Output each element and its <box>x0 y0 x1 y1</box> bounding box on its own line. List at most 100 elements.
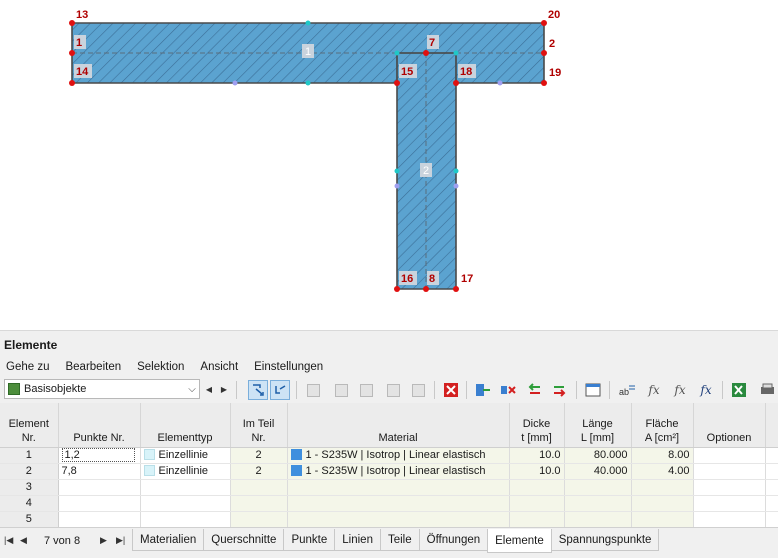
tab-cross-sections[interactable]: Querschnitte <box>203 529 285 551</box>
svg-text:ab: ab <box>619 387 629 397</box>
move-row-icon[interactable] <box>408 380 428 400</box>
menu-settings[interactable]: Einstellungen <box>254 361 323 373</box>
col-header-area[interactable]: Fläche A [cm²] <box>631 403 694 448</box>
arrow-left-icon[interactable] <box>524 380 544 400</box>
elements-panel: Elemente Gehe zu Bearbeiten Selektion An… <box>0 330 778 558</box>
status-bar: |◀ ◀ 7 von 8 ▶ ▶| Materialien Querschnit… <box>0 527 778 558</box>
menu-goto[interactable]: Gehe zu <box>6 361 49 373</box>
delete-icon[interactable] <box>441 380 461 400</box>
area-cell[interactable]: 4.00 <box>631 463 694 480</box>
table-row[interactable]: 2 7,8 Einzellinie 2 1 - S235W | Isotrop … <box>0 463 778 480</box>
toolbar: Basisobjekte ⌵ ◀ ▶ ab fx fx fx <box>0 377 778 403</box>
window-icon[interactable] <box>583 380 603 400</box>
node-label-17: 17 <box>461 273 473 285</box>
part-cell[interactable]: 2 <box>230 447 288 464</box>
page-info: 7 von 8 <box>44 535 81 547</box>
col-header-thickness[interactable]: Dicke t [mm] <box>509 403 565 448</box>
tab-elements[interactable]: Elemente <box>487 529 552 553</box>
elements-table: Element Nr. Punkte Nr. Elementtyp Im Teil… <box>0 403 778 527</box>
text-format-icon[interactable]: ab <box>617 380 637 400</box>
drawing-canvas[interactable]: 1 2 13 20 2 1 7 15 18 14 19 16 8 17 <box>0 0 778 330</box>
excel-icon[interactable] <box>729 380 749 400</box>
chevron-down-icon: ⌵ <box>188 383 196 395</box>
node-label-8: 8 <box>429 273 435 285</box>
part-cell[interactable]: 2 <box>230 463 288 480</box>
object-type-value: Basisobjekte <box>24 383 87 395</box>
select-window-icon[interactable] <box>270 380 290 400</box>
cross-section-drawing: 1 2 13 20 2 1 7 15 18 14 19 16 8 17 <box>69 9 561 292</box>
menu-edit[interactable]: Bearbeiten <box>65 361 121 373</box>
panel-title: Elemente <box>4 338 58 352</box>
material-swatch <box>290 465 302 476</box>
points-cell[interactable]: 1,2 <box>58 447 141 464</box>
menu-bar: Gehe zu Bearbeiten Selektion Ansicht Ein… <box>0 356 778 378</box>
formula-edit-icon[interactable]: fx <box>696 380 716 400</box>
material-cell[interactable]: 1 - S235W | Isotrop | Linear elastisch <box>287 447 510 464</box>
node-label-13: 13 <box>76 9 88 21</box>
tab-lines[interactable]: Linien <box>334 529 381 551</box>
tab-openings[interactable]: Öffnungen <box>418 529 489 551</box>
node-label-19: 19 <box>549 67 561 79</box>
options-cell[interactable] <box>693 463 766 480</box>
remove-icon[interactable] <box>498 380 518 400</box>
print-icon[interactable] <box>757 380 777 400</box>
material-swatch <box>290 449 302 460</box>
table-row[interactable]: 3 <box>0 479 778 496</box>
add-row-icon[interactable] <box>356 380 376 400</box>
menu-selection[interactable]: Selektion <box>137 361 184 373</box>
col-header-options[interactable]: Optionen <box>693 403 766 448</box>
node-label-7: 7 <box>429 37 435 49</box>
col-header-material[interactable]: Material <box>287 403 510 448</box>
first-page-icon[interactable]: |◀ <box>4 535 13 546</box>
type-swatch <box>143 449 155 460</box>
tab-parts[interactable]: Teile <box>379 529 420 551</box>
type-cell[interactable]: Einzellinie <box>140 447 231 464</box>
next-page-icon[interactable]: ▶ <box>100 535 107 546</box>
table-row[interactable]: 5 <box>0 511 778 527</box>
arrow-right-icon[interactable] <box>550 380 570 400</box>
node-label-18: 18 <box>460 66 472 78</box>
tab-points[interactable]: Punkte <box>283 529 336 551</box>
points-cell[interactable]: 7,8 <box>58 463 141 480</box>
tab-materials[interactable]: Materialien <box>132 529 205 551</box>
menu-view[interactable]: Ansicht <box>200 361 238 373</box>
type-cell[interactable]: Einzellinie <box>140 463 231 480</box>
import-icon[interactable] <box>473 380 493 400</box>
col-header-points[interactable]: Punkte Nr. <box>58 403 141 448</box>
next-arrow-icon[interactable]: ▶ <box>218 381 230 397</box>
part-label-1: 1 <box>305 46 311 58</box>
part-label-2: 2 <box>423 165 429 177</box>
formula-icon[interactable]: fx <box>644 380 664 400</box>
col-header-type[interactable]: Elementtyp <box>140 403 231 448</box>
material-cell[interactable]: 1 - S235W | Isotrop | Linear elastisch <box>287 463 510 480</box>
table-row[interactable]: 4 <box>0 495 778 512</box>
node-label-16: 16 <box>401 273 413 285</box>
select-pick-icon[interactable] <box>248 380 268 400</box>
prev-arrow-icon[interactable]: ◀ <box>203 381 215 397</box>
col-header-length[interactable]: Länge L [mm] <box>564 403 632 448</box>
node-label-2: 2 <box>549 38 555 50</box>
length-cell[interactable]: 80.000 <box>564 447 632 464</box>
options-cell[interactable] <box>693 447 766 464</box>
table-grid-icon[interactable] <box>303 380 323 400</box>
table-row[interactable]: 1 1,2 Einzellinie 2 1 - S235W | Isotrop … <box>0 447 778 464</box>
thickness-cell[interactable]: 10.0 <box>509 447 565 464</box>
col-header-element[interactable]: Element Nr. <box>0 403 59 448</box>
type-swatch <box>143 465 155 476</box>
node-label-15: 15 <box>401 66 413 78</box>
last-page-icon[interactable]: ▶| <box>116 535 125 546</box>
node-label-14: 14 <box>76 66 89 78</box>
area-cell[interactable]: 8.00 <box>631 447 694 464</box>
thickness-cell[interactable]: 10.0 <box>509 463 565 480</box>
node-label-20: 20 <box>548 9 560 21</box>
tab-stress-points[interactable]: Spannungspunkte <box>550 529 660 551</box>
length-cell[interactable]: 40.000 <box>564 463 632 480</box>
object-type-select[interactable]: Basisobjekte ⌵ <box>4 379 200 399</box>
col-header-part[interactable]: Im Teil Nr. <box>230 403 288 448</box>
sheet-tabs: Materialien Querschnitte Punkte Linien T… <box>132 529 660 553</box>
insert-row-icon[interactable] <box>331 380 351 400</box>
prev-page-icon[interactable]: ◀ <box>20 535 27 546</box>
quarter-nodes <box>232 80 503 189</box>
formula-remove-icon[interactable]: fx <box>670 380 690 400</box>
copy-row-icon[interactable] <box>383 380 403 400</box>
